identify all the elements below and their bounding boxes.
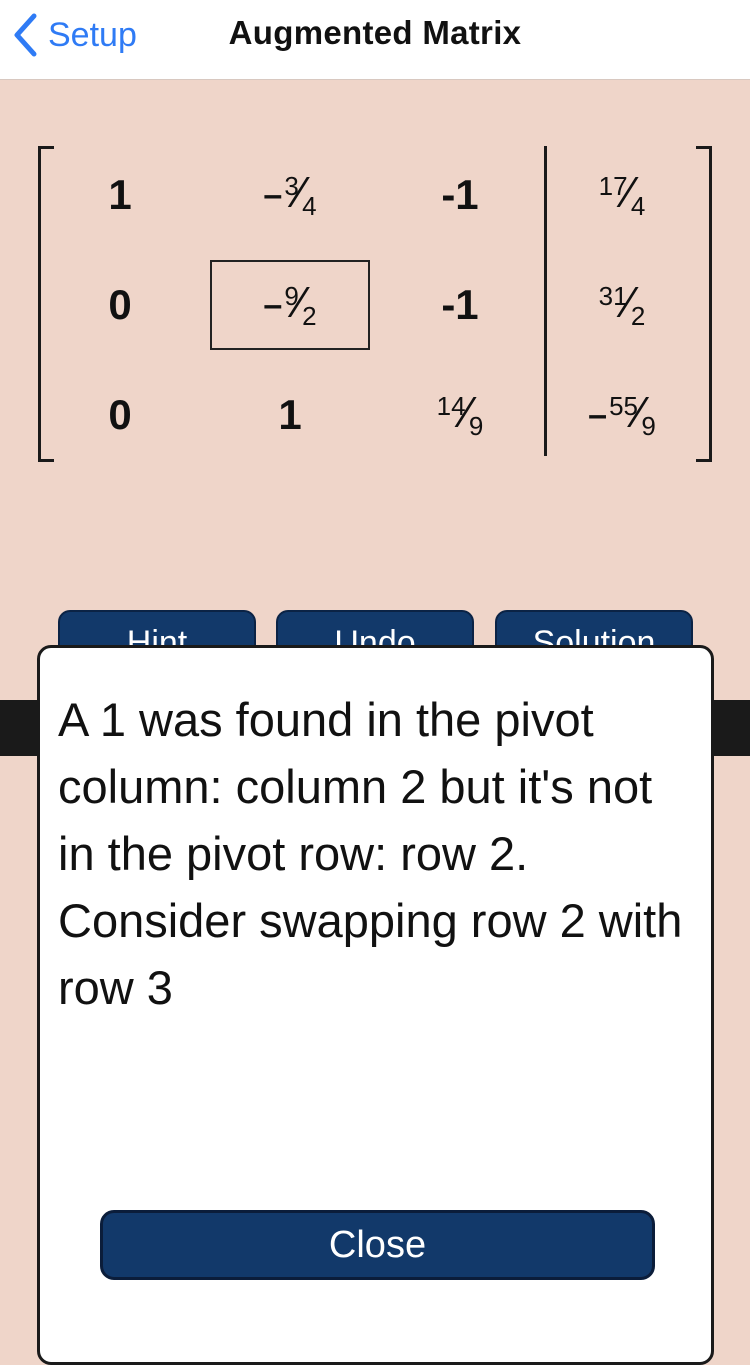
navigation-bar: Setup Augmented Matrix [0, 0, 750, 80]
matrix-cell-r3c2[interactable]: 1 [210, 370, 370, 460]
fraction: –3 ⁄ 4 [263, 171, 317, 221]
fraction-denominator: 4 [630, 191, 646, 221]
hint-dialog: A 1 was found in the pivot column: colum… [37, 645, 714, 1365]
fraction-denominator: 2 [630, 301, 646, 331]
cell-value: -1 [441, 281, 479, 328]
cell-value: 0 [108, 281, 132, 328]
close-button[interactable]: Close [100, 1210, 655, 1280]
matrix-cell-r3c4[interactable]: –55 ⁄ 9 [542, 370, 702, 460]
matrix-cell-r3c3[interactable]: 14 ⁄ 9 [380, 370, 540, 460]
matrix-cell-r3c1[interactable]: 0 [40, 370, 200, 460]
matrix-cell-r2c1[interactable]: 0 [40, 260, 200, 350]
fraction: 17 ⁄ 4 [598, 171, 646, 221]
cell-value: -1 [441, 171, 479, 218]
fraction-numerator: 55 [609, 391, 638, 421]
fraction-sign: – [263, 286, 283, 324]
fraction-denominator: 9 [641, 411, 656, 441]
matrix-cell-r1c1[interactable]: 1 [40, 150, 200, 240]
fraction-numerator: 31 [598, 281, 628, 311]
fraction: –55 ⁄ 9 [588, 391, 656, 441]
cell-value: 0 [108, 391, 132, 438]
page-title: Augmented Matrix [228, 14, 522, 51]
hint-message: A 1 was found in the pivot column: colum… [58, 693, 683, 1014]
matrix-cell-r2c4[interactable]: 31 ⁄ 2 [542, 260, 702, 350]
matrix-cell-r1c4[interactable]: 17 ⁄ 4 [542, 150, 702, 240]
matrix-cell-r1c3[interactable]: -1 [380, 150, 540, 240]
augmented-matrix: 1 –3 ⁄ 4 -1 17 ⁄ 4 0 –9 ⁄ 2 -1 31 ⁄ 2 0 1 14 ⁄ 9 –55 ⁄ 9 [0, 140, 750, 470]
fraction-numerator: 17 [598, 171, 628, 201]
fraction: 14 ⁄ 9 [436, 391, 484, 441]
matrix-cell-r2c3[interactable]: -1 [380, 260, 540, 350]
fraction: 31 ⁄ 2 [598, 281, 646, 331]
fraction-denominator: 4 [302, 191, 317, 221]
cell-value: 1 [108, 171, 132, 218]
fraction-sign: – [263, 176, 283, 214]
matrix-cell-r2c2[interactable]: –9 ⁄ 2 [210, 260, 370, 350]
fraction-sign: – [588, 396, 608, 434]
fraction-denominator: 9 [468, 411, 484, 441]
cell-value: 1 [278, 391, 302, 438]
fraction-numerator: 14 [436, 391, 466, 421]
fraction-denominator: 2 [302, 301, 317, 331]
matrix-cell-r1c2[interactable]: –3 ⁄ 4 [210, 150, 370, 240]
fraction: –9 ⁄ 2 [263, 281, 317, 331]
